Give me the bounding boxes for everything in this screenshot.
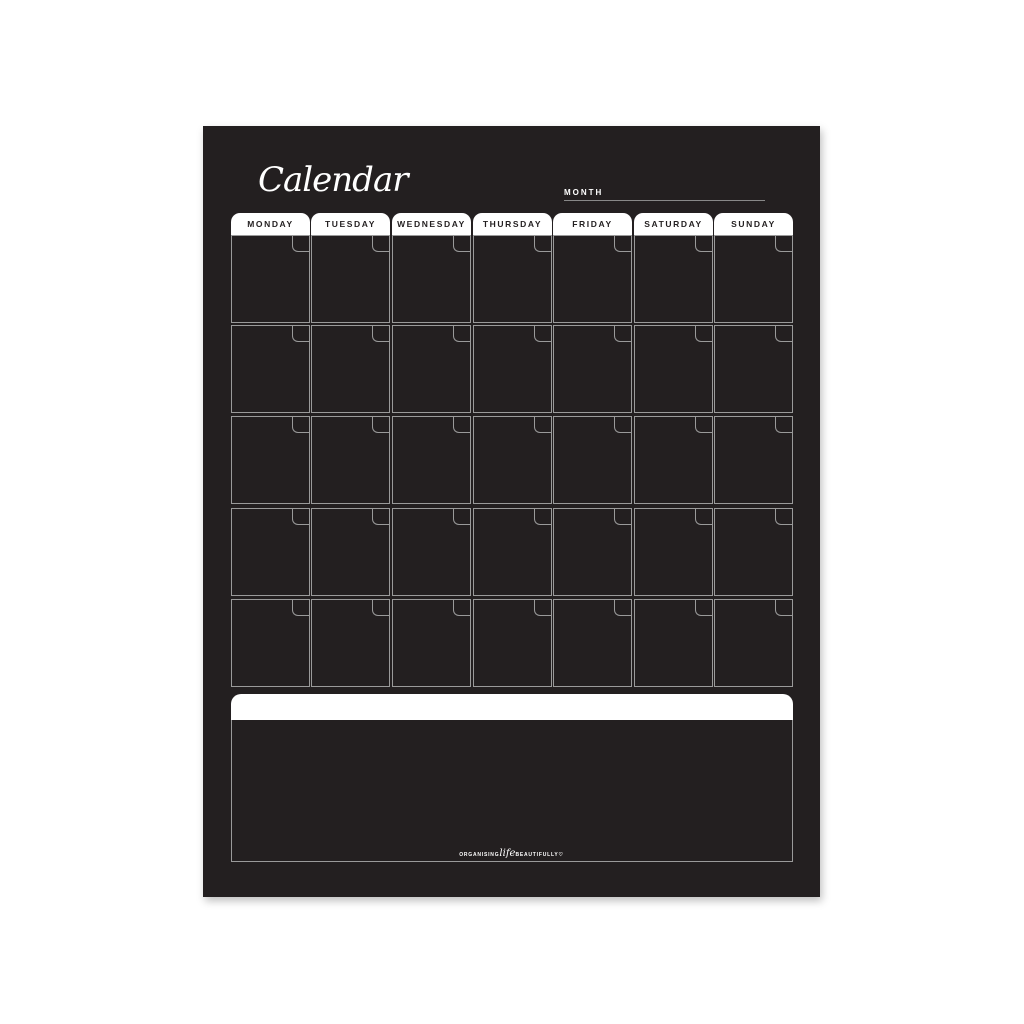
brand-text-3: BEAUTIFULLY bbox=[515, 852, 559, 858]
date-number-box[interactable] bbox=[372, 326, 389, 342]
day-cell[interactable] bbox=[553, 508, 632, 596]
day-cell[interactable] bbox=[392, 508, 471, 596]
day-cell[interactable] bbox=[714, 508, 793, 596]
brand-text-1: ORGANISING bbox=[459, 852, 500, 858]
day-header-monday: MONDAY bbox=[231, 213, 310, 235]
brand-text-2: life bbox=[499, 848, 516, 859]
date-number-box[interactable] bbox=[292, 236, 309, 252]
day-cell[interactable] bbox=[392, 325, 471, 413]
date-number-box[interactable] bbox=[775, 417, 792, 433]
date-number-box[interactable] bbox=[614, 417, 631, 433]
date-number-box[interactable] bbox=[775, 326, 792, 342]
day-cell[interactable] bbox=[553, 416, 632, 504]
day-cell[interactable] bbox=[392, 416, 471, 504]
day-cell[interactable] bbox=[392, 599, 471, 687]
day-cell[interactable] bbox=[231, 599, 310, 687]
day-cell[interactable] bbox=[473, 416, 552, 504]
date-number-box[interactable] bbox=[695, 236, 712, 252]
day-cell[interactable] bbox=[634, 508, 713, 596]
day-cell[interactable] bbox=[311, 599, 390, 687]
date-number-box[interactable] bbox=[614, 326, 631, 342]
day-cell[interactable] bbox=[714, 416, 793, 504]
date-number-box[interactable] bbox=[292, 600, 309, 616]
date-number-box[interactable] bbox=[534, 509, 551, 525]
day-cell[interactable] bbox=[231, 416, 310, 504]
date-number-box[interactable] bbox=[695, 417, 712, 433]
date-number-box[interactable] bbox=[695, 326, 712, 342]
day-cell[interactable] bbox=[714, 599, 793, 687]
heart-icon: ♡ bbox=[558, 852, 564, 858]
date-number-box[interactable] bbox=[292, 509, 309, 525]
date-number-box[interactable] bbox=[372, 600, 389, 616]
notes-area[interactable] bbox=[231, 720, 793, 862]
date-number-box[interactable] bbox=[614, 236, 631, 252]
day-header-friday: FRIDAY bbox=[553, 213, 632, 235]
date-number-box[interactable] bbox=[292, 417, 309, 433]
day-header-wednesday: WEDNESDAY bbox=[392, 213, 471, 235]
date-number-box[interactable] bbox=[534, 326, 551, 342]
date-number-box[interactable] bbox=[372, 509, 389, 525]
notes-header bbox=[231, 694, 793, 720]
date-number-box[interactable] bbox=[292, 326, 309, 342]
date-number-box[interactable] bbox=[453, 417, 470, 433]
date-number-box[interactable] bbox=[534, 417, 551, 433]
day-cell[interactable] bbox=[392, 235, 471, 323]
page-title: Calendar bbox=[258, 160, 408, 200]
day-cell[interactable] bbox=[553, 325, 632, 413]
month-label: MONTH bbox=[564, 188, 604, 197]
day-header-sunday: SUNDAY bbox=[714, 213, 793, 235]
calendar-sheet: Calendar MONTH MONDAY TUESDAY WEDNESDAY THU… bbox=[203, 126, 820, 897]
day-cell[interactable] bbox=[311, 508, 390, 596]
day-cell[interactable] bbox=[553, 235, 632, 323]
date-number-box[interactable] bbox=[453, 509, 470, 525]
date-number-box[interactable] bbox=[775, 509, 792, 525]
day-cell[interactable] bbox=[311, 416, 390, 504]
date-number-box[interactable] bbox=[534, 600, 551, 616]
date-number-box[interactable] bbox=[695, 509, 712, 525]
day-cell[interactable] bbox=[473, 235, 552, 323]
day-cell[interactable] bbox=[231, 508, 310, 596]
day-header-saturday: SATURDAY bbox=[634, 213, 713, 235]
date-number-box[interactable] bbox=[775, 236, 792, 252]
day-cell[interactable] bbox=[714, 235, 793, 323]
date-number-box[interactable] bbox=[372, 236, 389, 252]
brand-logo: ORGANISINGlifeBEAUTIFULLY♡ bbox=[203, 848, 820, 859]
date-number-box[interactable] bbox=[614, 509, 631, 525]
date-number-box[interactable] bbox=[372, 417, 389, 433]
day-cell[interactable] bbox=[634, 599, 713, 687]
day-cell[interactable] bbox=[634, 325, 713, 413]
day-header-tuesday: TUESDAY bbox=[311, 213, 390, 235]
day-cell[interactable] bbox=[473, 325, 552, 413]
date-number-box[interactable] bbox=[695, 600, 712, 616]
day-cell[interactable] bbox=[231, 235, 310, 323]
day-cell[interactable] bbox=[634, 235, 713, 323]
day-cell[interactable] bbox=[473, 599, 552, 687]
day-cell[interactable] bbox=[231, 325, 310, 413]
day-cell[interactable] bbox=[553, 599, 632, 687]
date-number-box[interactable] bbox=[453, 326, 470, 342]
date-number-box[interactable] bbox=[614, 600, 631, 616]
day-header-thursday: THURSDAY bbox=[473, 213, 552, 235]
date-number-box[interactable] bbox=[453, 236, 470, 252]
day-cell[interactable] bbox=[714, 325, 793, 413]
day-cell[interactable] bbox=[311, 235, 390, 323]
day-cell[interactable] bbox=[473, 508, 552, 596]
day-cell[interactable] bbox=[311, 325, 390, 413]
month-field[interactable] bbox=[564, 200, 765, 201]
date-number-box[interactable] bbox=[534, 236, 551, 252]
day-cell[interactable] bbox=[634, 416, 713, 504]
date-number-box[interactable] bbox=[453, 600, 470, 616]
date-number-box[interactable] bbox=[775, 600, 792, 616]
